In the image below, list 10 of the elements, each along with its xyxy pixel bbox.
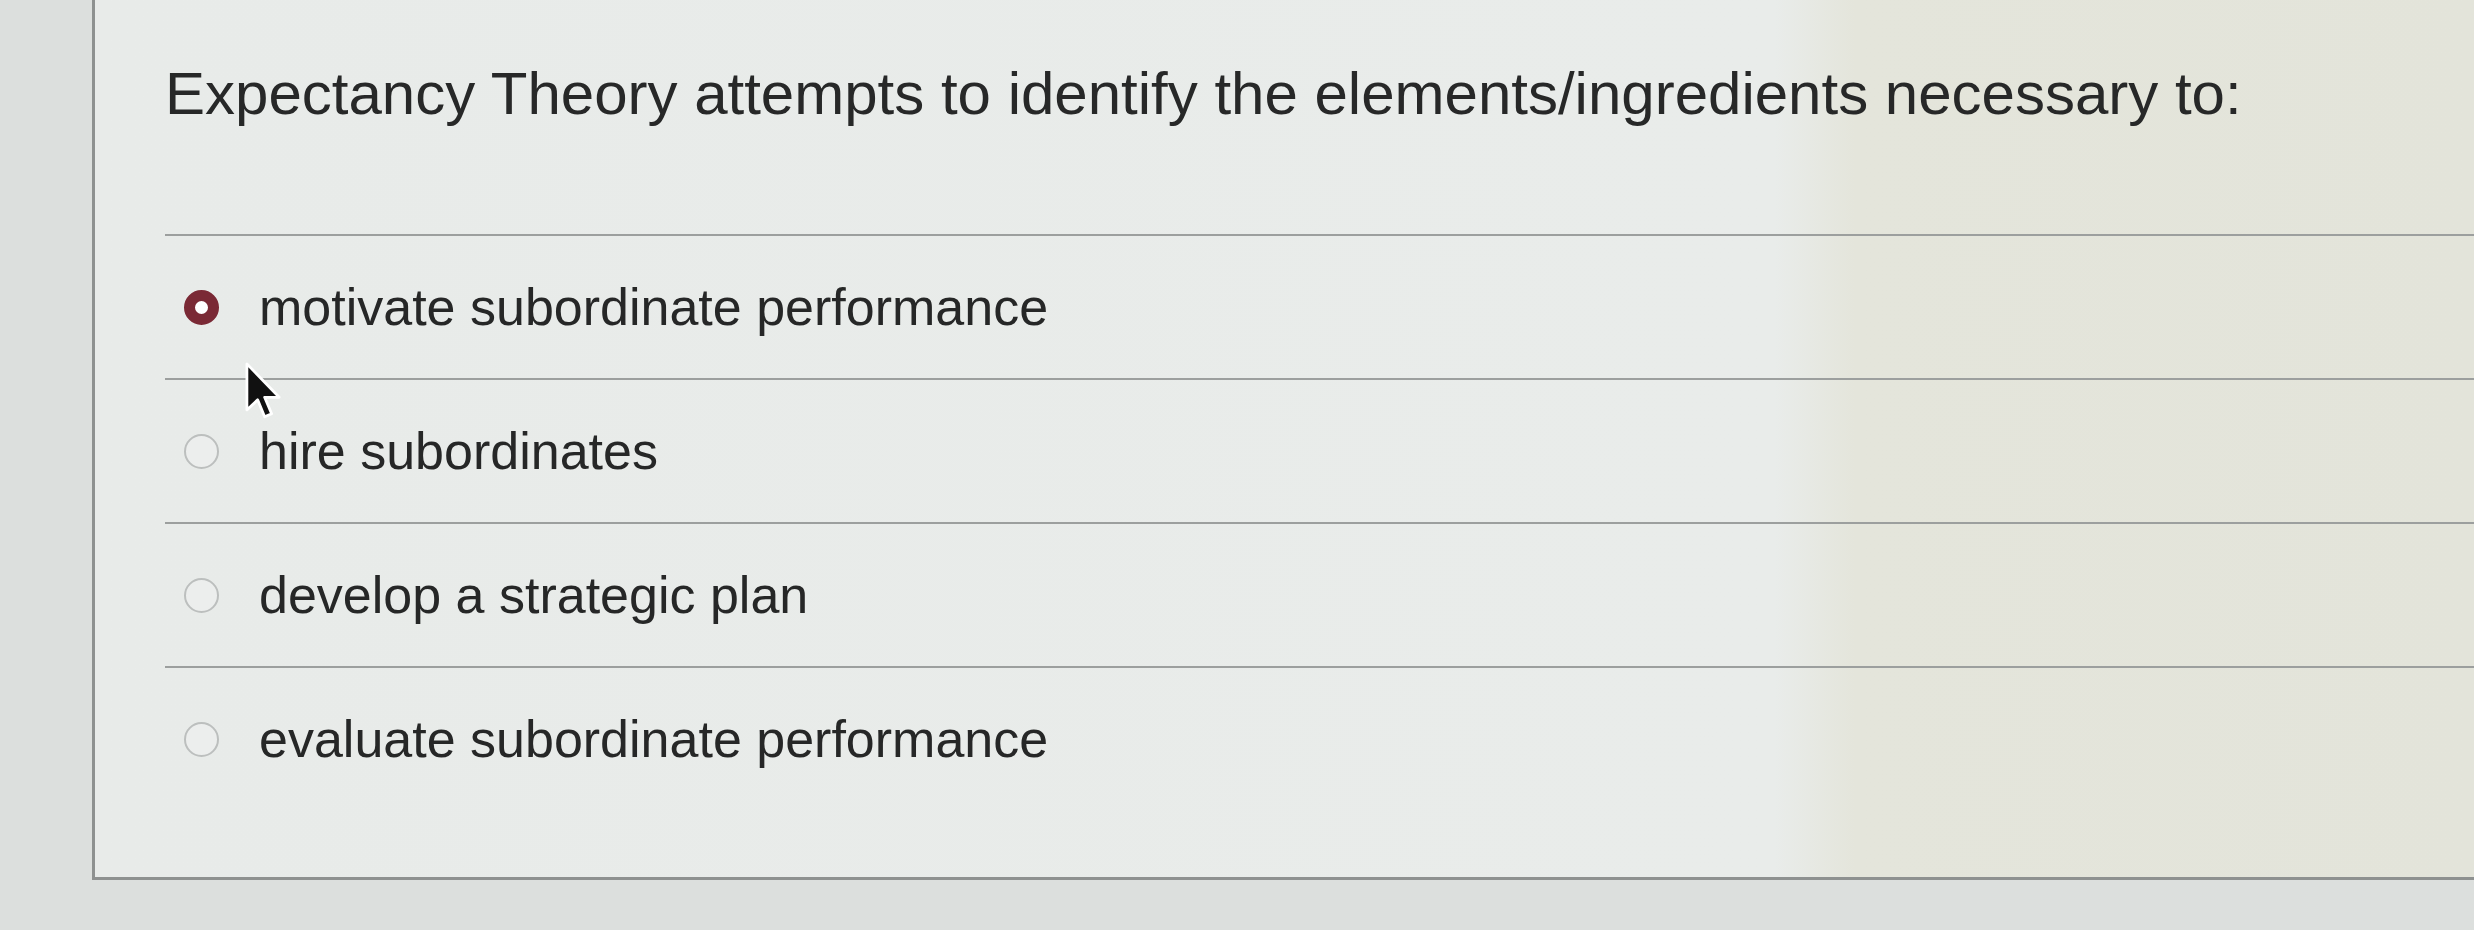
radio-button[interactable]	[184, 577, 219, 613]
radio-button[interactable]	[184, 289, 219, 325]
radio-button[interactable]	[184, 433, 219, 469]
question-text: Expectancy Theory attempts to identify the elements/ingredients necessary to:	[165, 59, 2243, 129]
option-label[interactable]: evaluate subordinate performance	[259, 709, 1049, 769]
option-label[interactable]: hire subordinates	[259, 421, 658, 481]
radio-button[interactable]	[184, 721, 219, 757]
mouse-pointer-icon	[245, 362, 283, 420]
option-label[interactable]: motivate subordinate performance	[259, 277, 1049, 337]
option-label[interactable]: develop a strategic plan	[259, 565, 809, 625]
